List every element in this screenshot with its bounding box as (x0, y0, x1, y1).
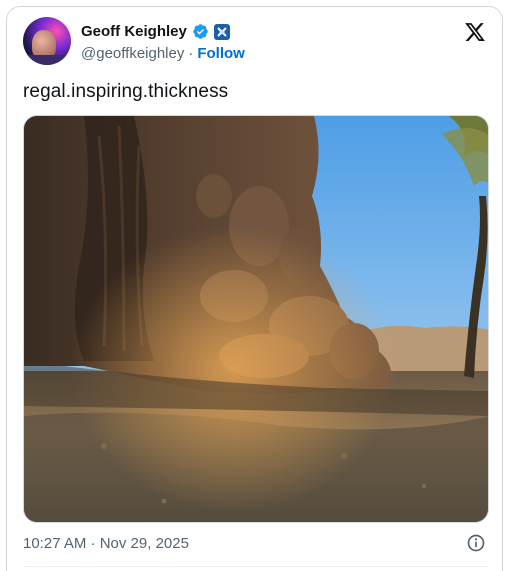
divider (23, 566, 488, 567)
tweet-timestamp[interactable]: 10:27 AM · Nov 29, 2025 (23, 535, 189, 552)
x-logo-icon[interactable] (464, 21, 486, 43)
follow-button[interactable]: Follow (197, 45, 245, 62)
affiliate-badge-icon (213, 23, 230, 40)
sculpture-photo (24, 116, 488, 522)
tweet-media-image[interactable] (23, 115, 489, 523)
info-icon[interactable] (466, 533, 486, 553)
author-name[interactable]: Geoff Keighley (81, 23, 187, 40)
author-name-row: Geoff Keighley (81, 23, 230, 40)
verified-badge-icon (193, 24, 208, 39)
avatar[interactable] (23, 17, 71, 65)
separator-dot: · (188, 45, 194, 62)
tweet-text: regal.inspiring.thickness (23, 81, 229, 102)
author-handle[interactable]: @geoffkeighley (81, 45, 184, 62)
author-handle-row: @geoffkeighley · Follow (81, 45, 245, 62)
tweet-embed-card: Geoff Keighley @geoffkeighley · Follow r… (6, 6, 503, 571)
